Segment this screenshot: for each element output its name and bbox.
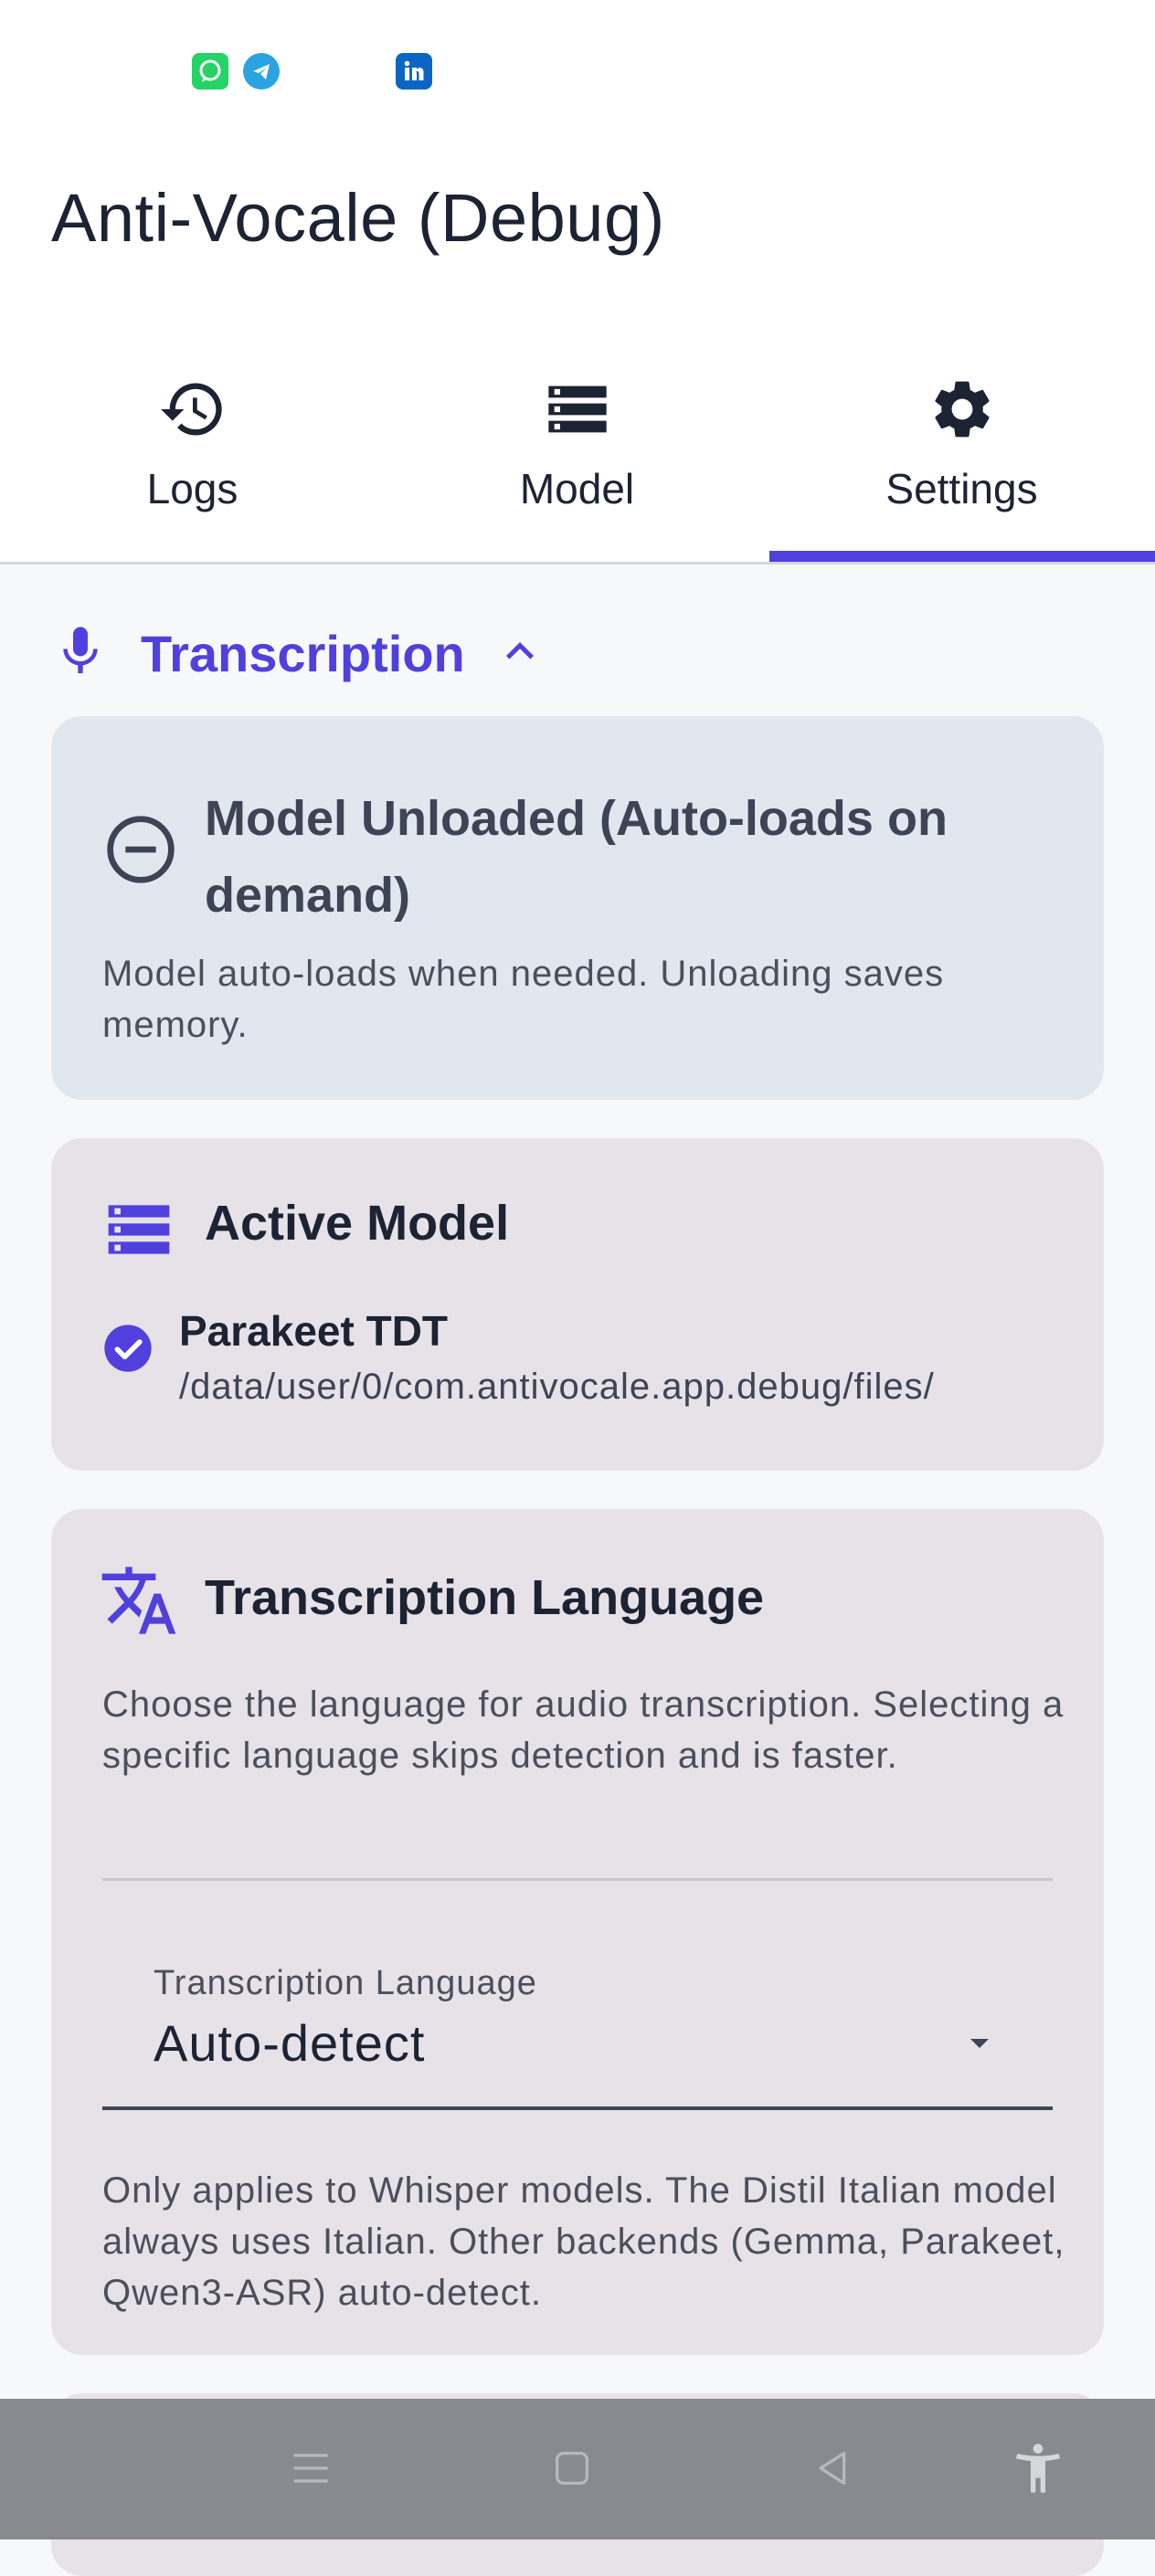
history-icon	[158, 375, 228, 449]
status-bar	[0, 0, 1155, 137]
app-title: Anti-Vocale (Debug)	[51, 180, 665, 256]
transcription-language-title: Transcription Language	[205, 1570, 765, 1625]
model-status-title: Model Unloaded (Auto-loads on demand)	[205, 791, 948, 923]
home-icon[interactable]	[546, 2443, 598, 2498]
tab-settings[interactable]: Settings	[769, 338, 1154, 562]
tab-logs[interactable]: Logs	[0, 338, 385, 562]
telegram-icon	[243, 53, 280, 90]
transcription-language-note: Only applies to Whisper models. The Dist…	[102, 2170, 1065, 2313]
model-status-card: Model Unloaded (Auto-loads on demand) Mo…	[51, 716, 1104, 1100]
dropdown-underline	[102, 2106, 1053, 2110]
tab-logs-label: Logs	[146, 465, 238, 512]
tab-selected-indicator	[769, 551, 1155, 562]
section-transcription-header[interactable]: Transcription	[51, 612, 547, 694]
dropdown-value: Auto-detect	[154, 2014, 426, 2072]
tab-bar: Logs Model Settings	[0, 338, 1155, 565]
active-model-title: Active Model	[205, 1196, 510, 1251]
gear-icon	[927, 375, 997, 449]
divider	[102, 1878, 1053, 1881]
dropdown-label: Transcription Language	[154, 1964, 537, 2002]
active-model-name: Parakeet TDT	[179, 1307, 449, 1355]
arrow-drop-down-icon	[958, 2021, 1001, 2069]
chevron-up-icon[interactable]	[493, 624, 547, 683]
remove-circle-icon	[104, 813, 177, 891]
navigation-bar	[0, 2399, 1155, 2539]
storage-icon	[543, 375, 612, 449]
transcription-language-card: Transcription Language Choose the langua…	[51, 1509, 1104, 2355]
check-circle-icon	[102, 1323, 154, 1378]
whatsapp-icon	[192, 53, 228, 90]
back-icon[interactable]	[808, 2443, 859, 2498]
transcription-language-dropdown[interactable]: Transcription Language Auto-detect	[51, 1911, 1104, 2121]
tab-model[interactable]: Model	[385, 338, 769, 562]
accessibility-icon[interactable]	[1009, 2439, 1067, 2502]
translate-icon	[99, 1560, 179, 1645]
microphone-icon	[51, 622, 110, 685]
model-status-description: Model auto-loads when needed. Unloading …	[102, 954, 945, 1045]
linkedin-icon	[396, 53, 432, 90]
storage-icon	[102, 1193, 175, 1271]
section-title: Transcription	[141, 624, 465, 682]
tab-model-label: Model	[519, 465, 635, 512]
tab-settings-label: Settings	[885, 465, 1038, 512]
active-model-path: /data/user/0/com.antivocale.app.debug/fi…	[179, 1367, 935, 1407]
transcription-language-description: Choose the language for audio transcript…	[102, 1684, 1065, 1776]
menu-icon[interactable]	[285, 2443, 336, 2498]
active-model-card: Active Model Parakeet TDT /data/user/0/c…	[51, 1138, 1104, 1471]
